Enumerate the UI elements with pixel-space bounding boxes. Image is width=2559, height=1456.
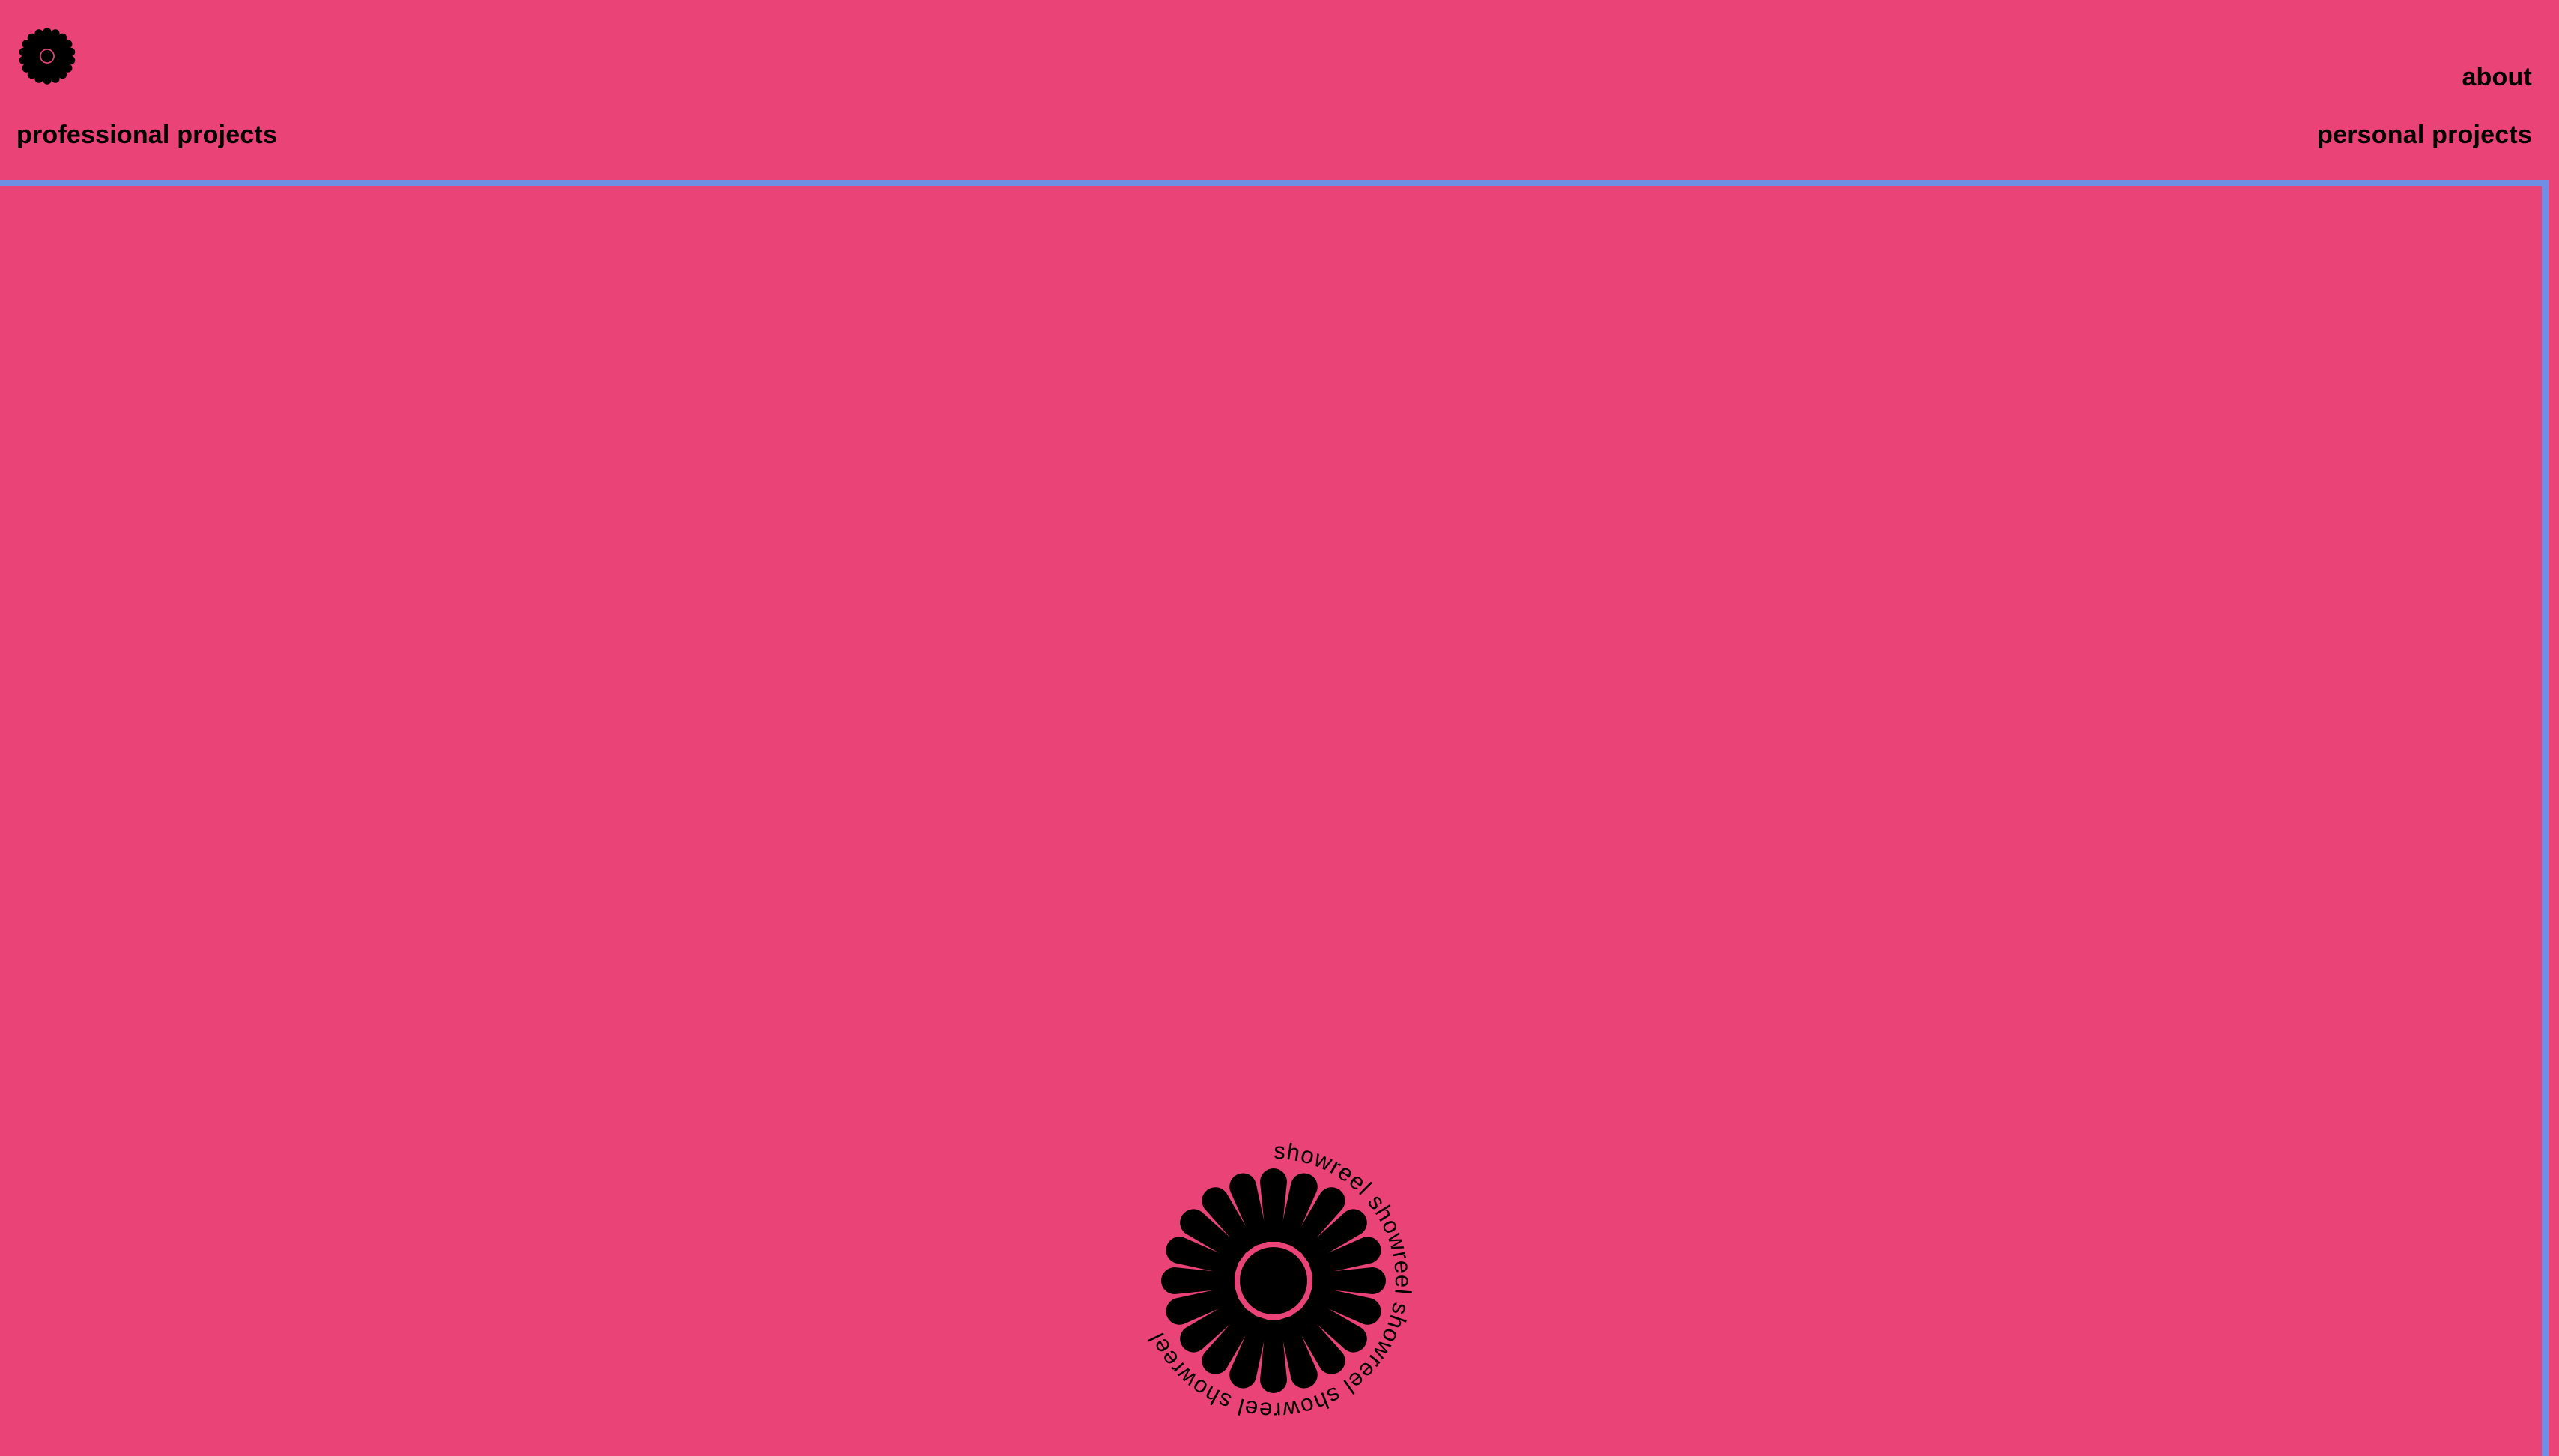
nav-professional-projects[interactable]: professional projects [16, 121, 277, 150]
flower-center [1240, 1247, 1307, 1314]
showreel-button[interactable]: showreel showreel showreel showreel show… [1124, 1131, 1423, 1431]
nav-personal-projects[interactable]: personal projects [2317, 121, 2532, 150]
header: professional projects about personal pro… [0, 0, 2559, 180]
page: professional projects about personal pro… [0, 0, 2559, 1456]
nav-about[interactable]: about [2462, 63, 2532, 92]
flower-icon[interactable] [16, 25, 78, 87]
